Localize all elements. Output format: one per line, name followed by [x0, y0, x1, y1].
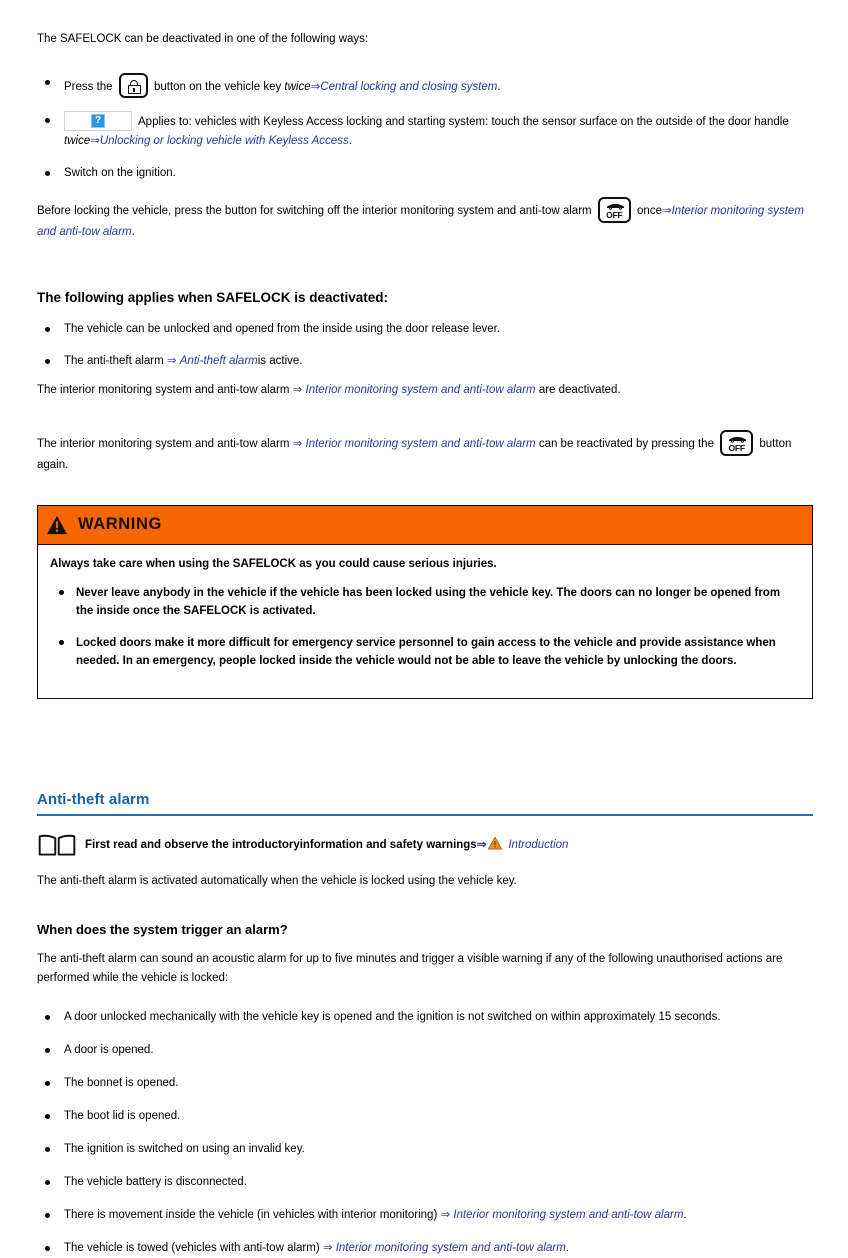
list-item-antitheft-active: The anti-theft alarm ⇒ Anti-theft alarmi… — [37, 352, 813, 371]
before-locking-once: once — [637, 205, 662, 217]
car-glyph — [729, 436, 747, 443]
xref-arrow-icon: ⇒ — [166, 354, 177, 367]
lock-button-icon[interactable] — [118, 73, 148, 98]
off-label: OFF — [728, 442, 745, 453]
xref-interior-monitoring[interactable]: Interior monitoring system and anti-tow … — [453, 1209, 683, 1221]
antitheft-active-after: is active. — [257, 354, 303, 367]
list-item-door-release: The vehicle can be unlocked and opened f… — [37, 320, 813, 339]
heading-when-trigger-alarm: When does the system trigger an alarm? — [37, 922, 288, 938]
xref-interior-monitoring[interactable]: Interior monitoring system and anti-tow … — [306, 438, 536, 450]
towed-after: . — [565, 1242, 569, 1255]
press-key-period: . — [497, 81, 501, 93]
warning-box: WARNING Always take care when using the … — [37, 504, 813, 699]
xref-interior-monitoring[interactable]: Interior monitoring system and anti-tow … — [306, 384, 536, 396]
movement-before: There is movement inside the vehicle (in… — [64, 1209, 438, 1222]
list-item-door-opened: A door is opened. — [37, 1041, 813, 1060]
xref-arrow-icon: ⇒ — [322, 1242, 333, 1255]
reactivated-middle: can be reactivated by pressing the — [538, 437, 714, 450]
note-main-text: First read and observe the introductoryi… — [85, 839, 477, 852]
xref-unlocking-keyless[interactable]: Unlocking or locking vehicle with Keyles… — [100, 135, 349, 147]
keyless-text: Applies to: vehicles with Keyless Access… — [138, 116, 789, 128]
placeholder-question-glyph: ? — [91, 114, 105, 128]
section-heading-anti-theft-alarm: Anti-theft alarm — [37, 789, 813, 817]
warning-lead-text: Always take care when using the SAFELOCK… — [50, 557, 497, 570]
missing-image-placeholder-icon[interactable]: ? — [64, 111, 132, 131]
xref-arrow-icon: ⇒ — [476, 839, 487, 852]
xref-arrow-icon: ⇒ — [90, 135, 100, 147]
movement-after: . — [683, 1209, 687, 1222]
xref-arrow-icon: ⇒ — [292, 437, 303, 450]
xref-arrow-icon: ⇒ — [661, 205, 672, 217]
manual-page: The SAFELOCK can be deactivated in one o… — [0, 0, 848, 1254]
open-book-icon — [38, 835, 76, 856]
xref-interior-monitoring[interactable]: Interior monitoring system and anti-tow … — [336, 1242, 566, 1254]
before-locking-paragraph: Before locking the vehicle, press the bu… — [37, 197, 813, 242]
paragraph-systems-deactivated: The interior monitoring system and anti-… — [37, 381, 813, 400]
keyless-period: . — [348, 135, 352, 147]
paragraph-systems-reactivated: The interior monitoring system and anti-… — [37, 429, 813, 475]
interior-monitoring-off-button-icon[interactable]: OFF — [597, 197, 631, 223]
introductory-note-text: First read and observe the introductoryi… — [85, 836, 568, 854]
before-locking-period: . — [131, 226, 135, 238]
page-content: The SAFELOCK can be deactivated in one o… — [37, 30, 813, 1258]
warning-triangle-icon — [47, 515, 67, 534]
list-item-invalid-key-ignition: The ignition is switched on using an inv… — [37, 1140, 813, 1159]
list-item-press-key-button: Press the button on the vehicle key twic… — [37, 73, 813, 98]
warning-triangle-icon — [488, 837, 503, 850]
warning-bullet-locked-doors: Locked doors make it more difficult for … — [50, 634, 800, 671]
introductory-note: First read and observe the introductoryi… — [37, 832, 813, 858]
xref-arrow-icon: ⇒ — [440, 1209, 451, 1222]
warning-box-header: WARNING — [38, 505, 812, 545]
before-locking-text: Before locking the vehicle, press the bu… — [37, 205, 592, 217]
list-item-keyless-access: ? Applies to: vehicles with Keyless Acce… — [37, 111, 813, 151]
xref-arrow-icon: ⇒ — [292, 383, 303, 396]
warning-bullet-list: Never leave anybody in the vehicle if th… — [50, 584, 800, 671]
heading-safelock-deactivated: The following applies when SAFELOCK is d… — [37, 290, 389, 305]
deactivated-after: are deactivated. — [538, 383, 621, 396]
warning-label: WARNING — [78, 514, 162, 533]
deactivated-before: The interior monitoring system and anti-… — [37, 383, 290, 396]
press-key-emphasis: twice — [284, 81, 311, 93]
xref-central-locking[interactable]: Central locking and closing system — [320, 81, 497, 93]
deactivation-methods-list: Press the button on the vehicle key twic… — [37, 73, 813, 183]
interior-monitoring-off-button-icon[interactable]: OFF — [720, 429, 754, 456]
intro-lead-paragraph: The SAFELOCK can be deactivated in one o… — [37, 33, 369, 45]
xref-anti-theft-alarm[interactable]: Anti-theft alarm — [180, 355, 258, 367]
warning-box-body: Always take care when using the SAFELOCK… — [38, 545, 812, 698]
lock-body — [127, 85, 141, 94]
list-item-switch-ignition: Switch on the ignition. — [37, 164, 813, 183]
xref-arrow-icon: ⇒ — [310, 81, 321, 93]
list-item-door-unlocked-mechanically: A door unlocked mechanically with the ve… — [37, 1008, 813, 1027]
xref-introduction[interactable]: Introduction — [508, 839, 568, 851]
reactivated-before: The interior monitoring system and anti-… — [37, 437, 290, 450]
keyless-emphasis: twice — [64, 135, 91, 147]
antitheft-active-before: The anti-theft alarm — [64, 354, 164, 367]
list-item-bonnet-opened: The bonnet is opened. — [37, 1074, 813, 1093]
towed-before: The vehicle is towed (vehicles with anti… — [64, 1242, 320, 1255]
safelock-deactivated-list: The vehicle can be unlocked and opened f… — [37, 320, 813, 371]
list-item-battery-disconnected: The vehicle battery is disconnected. — [37, 1173, 813, 1192]
warning-bullet-never-leave: Never leave anybody in the vehicle if th… — [50, 584, 800, 621]
list-item-movement-inside: There is movement inside the vehicle (in… — [37, 1206, 813, 1225]
list-item-boot-lid-opened: The boot lid is opened. — [37, 1107, 813, 1126]
car-glyph — [606, 204, 624, 210]
off-label: OFF — [606, 210, 623, 220]
press-key-after-text: button on the vehicle key — [153, 81, 282, 93]
list-item-vehicle-towed: The vehicle is towed (vehicles with anti… — [37, 1239, 813, 1258]
press-key-before-text: Press the — [64, 81, 113, 93]
paragraph-antitheft-intro: The anti-theft alarm is activated automa… — [37, 875, 517, 888]
alarm-trigger-list: A door unlocked mechanically with the ve… — [37, 1008, 813, 1258]
paragraph-trigger-description: The anti-theft alarm can sound an acoust… — [37, 953, 783, 985]
